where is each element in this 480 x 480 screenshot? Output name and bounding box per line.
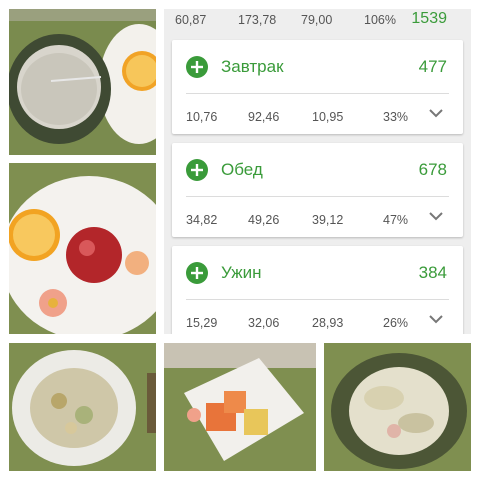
photo-apple-orange-plate (9, 163, 156, 334)
meal-percent: 33% (383, 110, 409, 124)
meal-value-1: 15,29 (186, 316, 218, 330)
divider (186, 196, 449, 197)
meal-value-1: 10,76 (186, 110, 218, 124)
meal-kcal: 384 (418, 263, 447, 282)
meal-card-breakfast[interactable]: Завтрак 477 10,76 92,46 10,95 33% (172, 40, 463, 134)
food-diary-panel: 60,87 173,78 79,00 106% 1539 Завтрак 477… (164, 9, 471, 334)
photo-cabbage-salad (324, 343, 471, 471)
total-value-1: 60,87 (175, 13, 207, 27)
chevron-down-icon[interactable] (429, 314, 443, 324)
meal-name: Завтрак (221, 57, 284, 76)
meal-percent: 26% (383, 316, 409, 330)
total-value-3: 79,00 (301, 13, 333, 27)
meal-name: Обед (221, 160, 263, 179)
meal-value-2: 49,26 (248, 213, 280, 227)
plus-circle-icon[interactable] (186, 159, 208, 181)
total-percent: 106% (364, 13, 396, 27)
meal-value-3: 39,12 (312, 213, 344, 227)
divider (186, 93, 449, 94)
meal-value-2: 92,46 (248, 110, 280, 124)
plus-circle-icon[interactable] (186, 56, 208, 78)
plus-circle-icon[interactable] (186, 262, 208, 284)
meal-value-3: 28,93 (312, 316, 344, 330)
meal-name: Ужин (221, 263, 262, 282)
divider (186, 299, 449, 300)
meal-value-3: 10,95 (312, 110, 344, 124)
daily-totals-row: 60,87 173,78 79,00 106% 1539 (164, 9, 471, 35)
total-kcal: 1539 (411, 10, 447, 27)
meal-kcal: 678 (418, 160, 447, 179)
chevron-down-icon[interactable] (429, 108, 443, 118)
meal-value-1: 34,82 (186, 213, 218, 227)
meal-kcal: 477 (418, 57, 447, 76)
meal-card-dinner[interactable]: Ужин 384 15,29 32,06 28,93 26% (172, 246, 463, 334)
chevron-down-icon[interactable] (429, 211, 443, 221)
meal-percent: 47% (383, 213, 409, 227)
meal-card-lunch[interactable]: Обед 678 34,82 49,26 39,12 47% (172, 143, 463, 237)
total-value-2: 173,78 (238, 13, 277, 27)
photo-porridge-bowl (9, 9, 156, 155)
meal-value-2: 32,06 (248, 316, 280, 330)
photo-carrots-potatoes-plate (164, 343, 316, 471)
photo-salad-plate (9, 343, 156, 471)
